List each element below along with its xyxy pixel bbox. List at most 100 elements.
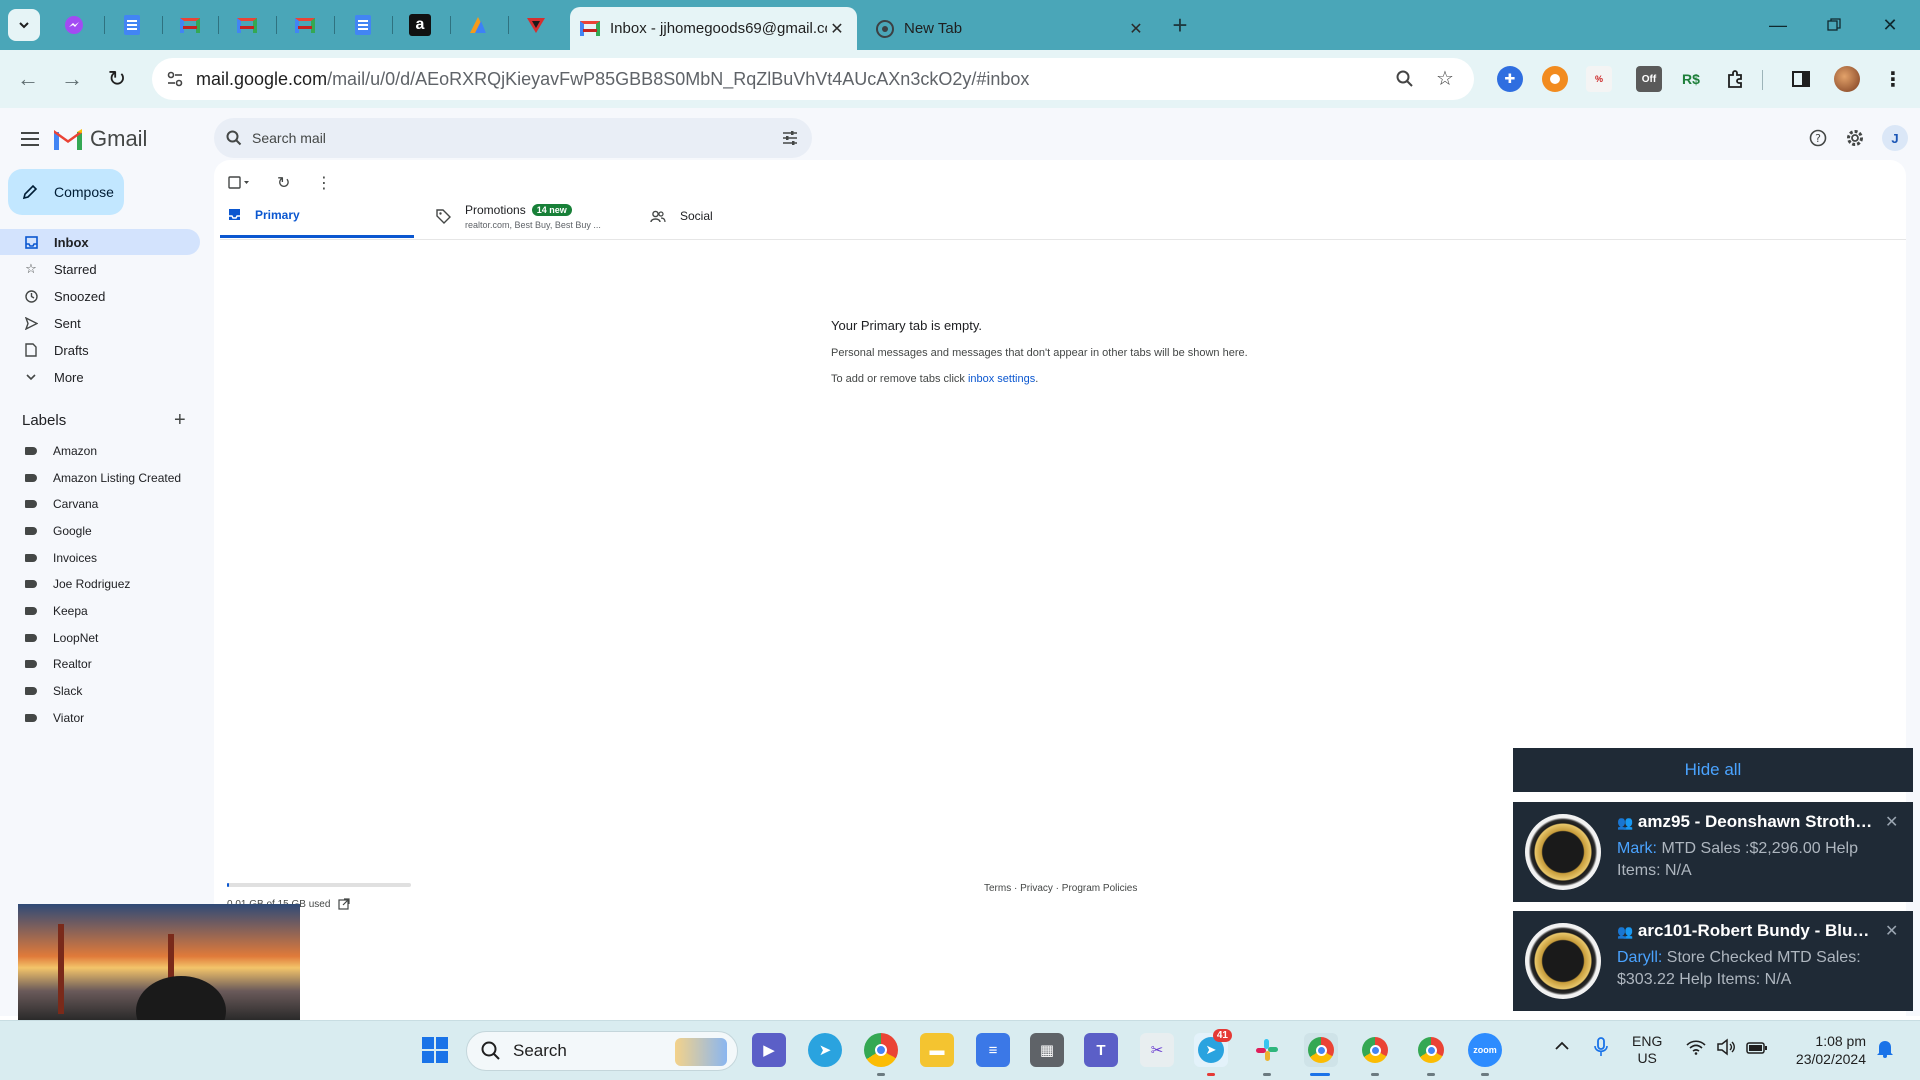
- volume-icon[interactable]: [1716, 1038, 1736, 1061]
- close-notification-icon[interactable]: ✕: [1885, 812, 1898, 832]
- video-call-thumbnail[interactable]: [18, 904, 300, 1020]
- side-panel-icon[interactable]: [1788, 66, 1814, 92]
- nav-item-snoozed[interactable]: Snoozed: [0, 283, 200, 309]
- teams-icon[interactable]: T: [1084, 1033, 1118, 1067]
- main-menu-icon[interactable]: [18, 128, 42, 152]
- language-indicator[interactable]: ENG US: [1632, 1033, 1662, 1067]
- profile-avatar[interactable]: [1834, 66, 1860, 92]
- chrome-profile-l-icon[interactable]: [1414, 1033, 1448, 1067]
- notification-card[interactable]: 👥 arc101-Robert Bundy - Blue ... Daryll:…: [1513, 911, 1913, 1011]
- google-docs-tab-icon[interactable]: [349, 11, 377, 39]
- clock[interactable]: 1:08 pm 23/02/2024: [1786, 1032, 1866, 1068]
- extension-blue-icon[interactable]: ✚: [1497, 66, 1523, 92]
- close-notification-icon[interactable]: ✕: [1885, 921, 1898, 941]
- close-tab-icon[interactable]: ✕: [827, 19, 847, 39]
- tab-inbox[interactable]: Inbox - jjhomegoods69@gmail.com ✕: [570, 7, 857, 50]
- label-item[interactable]: Slack: [0, 680, 200, 702]
- close-window-icon[interactable]: ✕: [1862, 0, 1918, 50]
- label-item[interactable]: Viator: [0, 707, 200, 729]
- extension-rs-icon[interactable]: R$: [1678, 66, 1704, 92]
- vpn-tab-icon[interactable]: [522, 11, 550, 39]
- site-info-icon[interactable]: [166, 70, 184, 88]
- address-bar[interactable]: mail.google.com/mail/u/0/d/AEoRXRQjKieya…: [152, 58, 1474, 100]
- label-item[interactable]: Carvana: [0, 493, 200, 515]
- nav-item-more[interactable]: More: [0, 364, 200, 390]
- notification-card[interactable]: 👥 amz95 - Deonshawn Strother... Mark: MT…: [1513, 802, 1913, 902]
- label-item[interactable]: Google: [0, 520, 200, 542]
- microphone-icon[interactable]: [1594, 1037, 1608, 1062]
- nav-item-drafts[interactable]: Drafts: [0, 337, 200, 363]
- create-label-plus-icon[interactable]: +: [174, 409, 186, 432]
- gmail-tab-icon[interactable]: [176, 11, 204, 39]
- slack-icon[interactable]: [1250, 1033, 1284, 1067]
- extension-off-icon[interactable]: Off: [1636, 66, 1662, 92]
- minimize-window-icon[interactable]: —: [1750, 0, 1806, 50]
- label-item[interactable]: Realtor: [0, 653, 200, 675]
- snipping-tool-icon[interactable]: ✂: [1140, 1033, 1174, 1067]
- gmail-tab-icon[interactable]: [291, 11, 319, 39]
- notification-bell-icon[interactable]: [1876, 1038, 1894, 1063]
- tab-search-chevron-icon[interactable]: [8, 9, 40, 41]
- gmail-tab-icon[interactable]: [233, 11, 261, 39]
- label-item[interactable]: Keepa: [0, 600, 200, 622]
- google-docs-tab-icon[interactable]: [118, 11, 146, 39]
- chrome-menu-icon[interactable]: ⋮: [1880, 66, 1906, 92]
- search-icon[interactable]: [226, 130, 242, 146]
- bookmark-star-icon[interactable]: ☆: [1436, 66, 1454, 91]
- search-options-icon[interactable]: [782, 130, 798, 146]
- amazon-tab-icon[interactable]: a: [406, 11, 434, 39]
- nav-item-sent[interactable]: Sent: [0, 310, 200, 336]
- gmail-logo[interactable]: Gmail: [54, 126, 147, 152]
- select-all-checkbox[interactable]: [228, 176, 250, 193]
- search-mail-input[interactable]: Search mail: [214, 118, 812, 158]
- label-item[interactable]: LoopNet: [0, 627, 200, 649]
- notepad-icon[interactable]: ≡: [976, 1033, 1010, 1067]
- help-icon[interactable]: ?: [1805, 125, 1831, 151]
- nav-item-starred[interactable]: ☆ Starred: [0, 256, 200, 282]
- label-item[interactable]: Amazon: [0, 440, 200, 462]
- telegram-active-icon[interactable]: ➤ 41: [1194, 1029, 1232, 1067]
- forward-arrow-icon[interactable]: →: [56, 63, 88, 95]
- chrome-icon[interactable]: [1304, 1033, 1338, 1067]
- windows-start-icon[interactable]: [418, 1033, 452, 1067]
- tab-new-tab[interactable]: New Tab ✕: [862, 7, 1160, 50]
- chrome-profile-icon[interactable]: [864, 1033, 898, 1067]
- label-item[interactable]: Invoices: [0, 547, 200, 569]
- back-arrow-icon[interactable]: ←: [12, 63, 44, 95]
- inbox-settings-link[interactable]: inbox settings: [968, 373, 1035, 385]
- refresh-icon[interactable]: ↻: [277, 173, 290, 193]
- more-options-icon[interactable]: ⋮: [316, 173, 332, 193]
- extensions-puzzle-icon[interactable]: [1722, 66, 1748, 92]
- zoom-icon[interactable]: zoom: [1468, 1033, 1502, 1067]
- new-tab-plus-icon[interactable]: +: [1164, 9, 1196, 41]
- extension-orange-icon[interactable]: [1542, 66, 1568, 92]
- close-tab-icon[interactable]: ✕: [1126, 19, 1146, 39]
- battery-icon[interactable]: [1746, 1041, 1768, 1059]
- label-item[interactable]: Amazon Listing Created: [0, 467, 200, 489]
- open-external-icon[interactable]: [338, 898, 351, 910]
- reload-icon[interactable]: ↻: [101, 63, 133, 95]
- zoom-magnifier-icon[interactable]: [1396, 70, 1414, 88]
- tab-primary[interactable]: Primary: [220, 194, 414, 238]
- telegram-icon[interactable]: ➤: [808, 1033, 842, 1067]
- hide-all-notifications-button[interactable]: Hide all: [1513, 748, 1913, 792]
- show-hidden-icons-chevron-icon[interactable]: [1554, 1039, 1570, 1057]
- restore-window-icon[interactable]: [1806, 0, 1862, 50]
- video-call-app-icon[interactable]: ▶: [752, 1033, 786, 1067]
- file-explorer-icon[interactable]: ▬: [920, 1033, 954, 1067]
- tab-social[interactable]: Social: [650, 194, 770, 238]
- footer-links[interactable]: Terms · Privacy · Program Policies: [984, 883, 1137, 894]
- compose-button[interactable]: Compose: [8, 169, 124, 215]
- chrome-profile-j-icon[interactable]: [1358, 1033, 1392, 1067]
- tab-promotions[interactable]: Promotions 14 new realtor.com, Best Buy, …: [436, 194, 616, 238]
- extension-sale-icon[interactable]: %: [1586, 66, 1612, 92]
- extension-tab-icon[interactable]: [464, 11, 492, 39]
- label-item[interactable]: Joe Rodriguez: [0, 573, 200, 595]
- messenger-tab-icon[interactable]: [60, 11, 88, 39]
- account-avatar[interactable]: J: [1882, 125, 1908, 151]
- nav-item-inbox[interactable]: Inbox: [0, 229, 200, 255]
- calculator-icon[interactable]: ▦: [1030, 1033, 1064, 1067]
- wifi-icon[interactable]: [1686, 1039, 1706, 1060]
- taskbar-search-box[interactable]: Search: [466, 1031, 738, 1071]
- settings-gear-icon[interactable]: [1842, 125, 1868, 151]
